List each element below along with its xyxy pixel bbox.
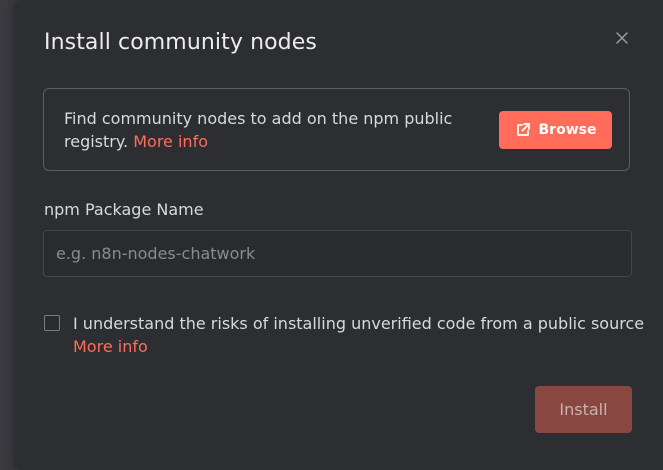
risk-consent-text-block: I understand the risks of installing unv…	[73, 312, 660, 358]
risk-more-info-link[interactable]: More info	[73, 337, 148, 356]
risk-consent-checkbox[interactable]	[44, 315, 60, 331]
install-button[interactable]: Install	[535, 386, 632, 433]
dialog-title: Install community nodes	[44, 30, 317, 55]
info-callout: Find community nodes to add on the npm p…	[43, 88, 630, 171]
install-community-nodes-dialog: Install community nodes Find community n…	[14, 0, 663, 470]
browse-label: Browse	[538, 122, 597, 138]
close-icon	[616, 32, 628, 44]
info-text-block: Find community nodes to add on the npm p…	[64, 107, 464, 153]
risk-consent-label: I understand the risks of installing unv…	[73, 314, 645, 333]
info-text: Find community nodes to add on the npm p…	[64, 109, 453, 151]
external-link-icon	[516, 123, 530, 136]
browse-button[interactable]: Browse	[499, 111, 612, 149]
close-button[interactable]	[612, 28, 632, 48]
package-name-label: npm Package Name	[44, 200, 204, 219]
info-more-info-link[interactable]: More info	[133, 132, 208, 151]
package-name-input[interactable]	[43, 230, 632, 277]
